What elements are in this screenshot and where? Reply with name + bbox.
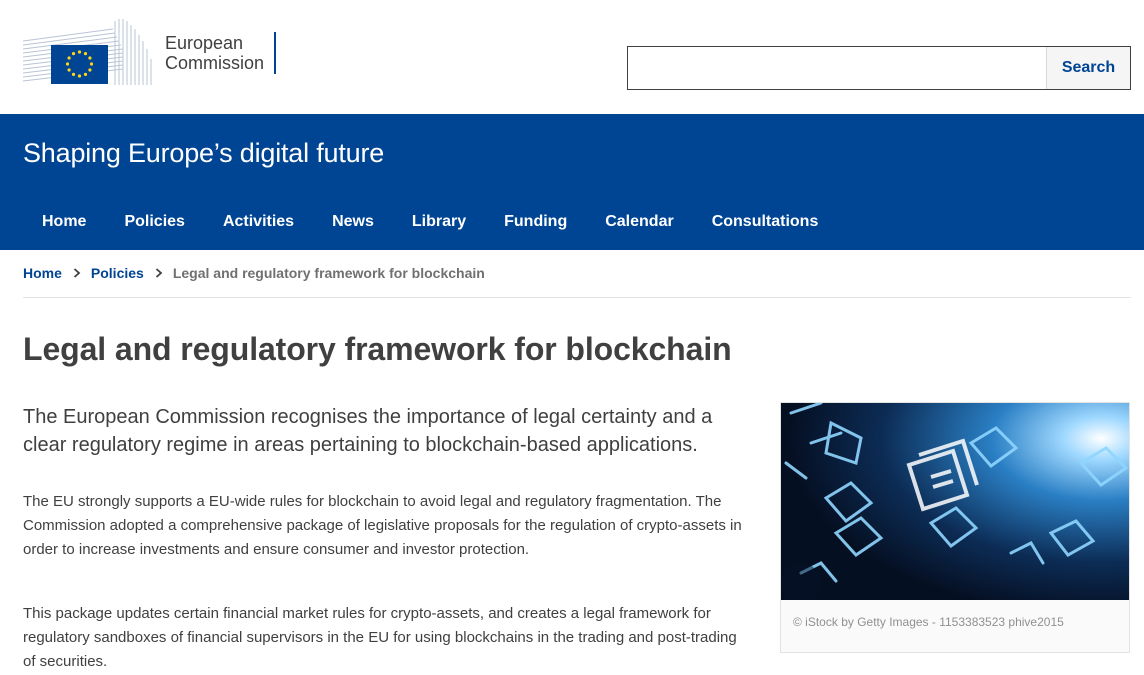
eu-flag-icon <box>51 45 108 84</box>
logo-line2: Commission <box>165 53 265 73</box>
breadcrumb-policies[interactable]: Policies <box>91 265 144 281</box>
nav-item-library[interactable]: Library <box>393 210 485 234</box>
nav-item-funding[interactable]: Funding <box>485 210 586 234</box>
page-title: Legal and regulatory framework for block… <box>23 331 732 367</box>
body-paragraph: This package updates certain financial m… <box>23 605 737 670</box>
body-paragraph: The EU strongly supports a EU-wide rules… <box>23 493 742 558</box>
featured-image: © iStock by Getty Images - 1153383523 ph… <box>780 402 1130 653</box>
divider <box>23 297 1131 298</box>
nav-item-news[interactable]: News <box>313 210 393 234</box>
chevron-right-icon <box>73 268 81 278</box>
image-caption: © iStock by Getty Images - 1153383523 ph… <box>793 615 1064 629</box>
nav-item-activities[interactable]: Activities <box>204 210 313 234</box>
site-header: European Commission Search <box>0 0 1144 114</box>
nav-item-policies[interactable]: Policies <box>105 210 203 234</box>
nav-item-home[interactable]: Home <box>23 210 105 234</box>
search-input[interactable] <box>628 47 1046 89</box>
lead-paragraph: The European Commission recognises the i… <box>23 406 713 456</box>
search-button[interactable]: Search <box>1046 47 1130 89</box>
nav-item-consultations[interactable]: Consultations <box>693 210 838 234</box>
logo-line1: European <box>165 33 244 53</box>
blockchain-image <box>781 403 1129 600</box>
commission-building-logo-icon <box>23 19 157 87</box>
main-navigation: Home Policies Activities News Library Fu… <box>23 210 837 234</box>
breadcrumb-current: Legal and regulatory framework for block… <box>172 265 485 281</box>
nav-item-calendar[interactable]: Calendar <box>586 210 692 234</box>
european-commission-logo[interactable]: European Commission <box>23 18 283 88</box>
logo-wordmark: European Commission <box>165 32 277 74</box>
search-form: Search <box>627 46 1131 90</box>
site-name[interactable]: Shaping Europe’s digital future <box>23 138 384 169</box>
breadcrumb-home[interactable]: Home <box>23 265 62 281</box>
site-banner: Shaping Europe’s digital future Home Pol… <box>0 114 1144 250</box>
chevron-right-icon <box>155 268 163 278</box>
breadcrumb: Home Policies Legal and regulatory frame… <box>23 265 485 281</box>
